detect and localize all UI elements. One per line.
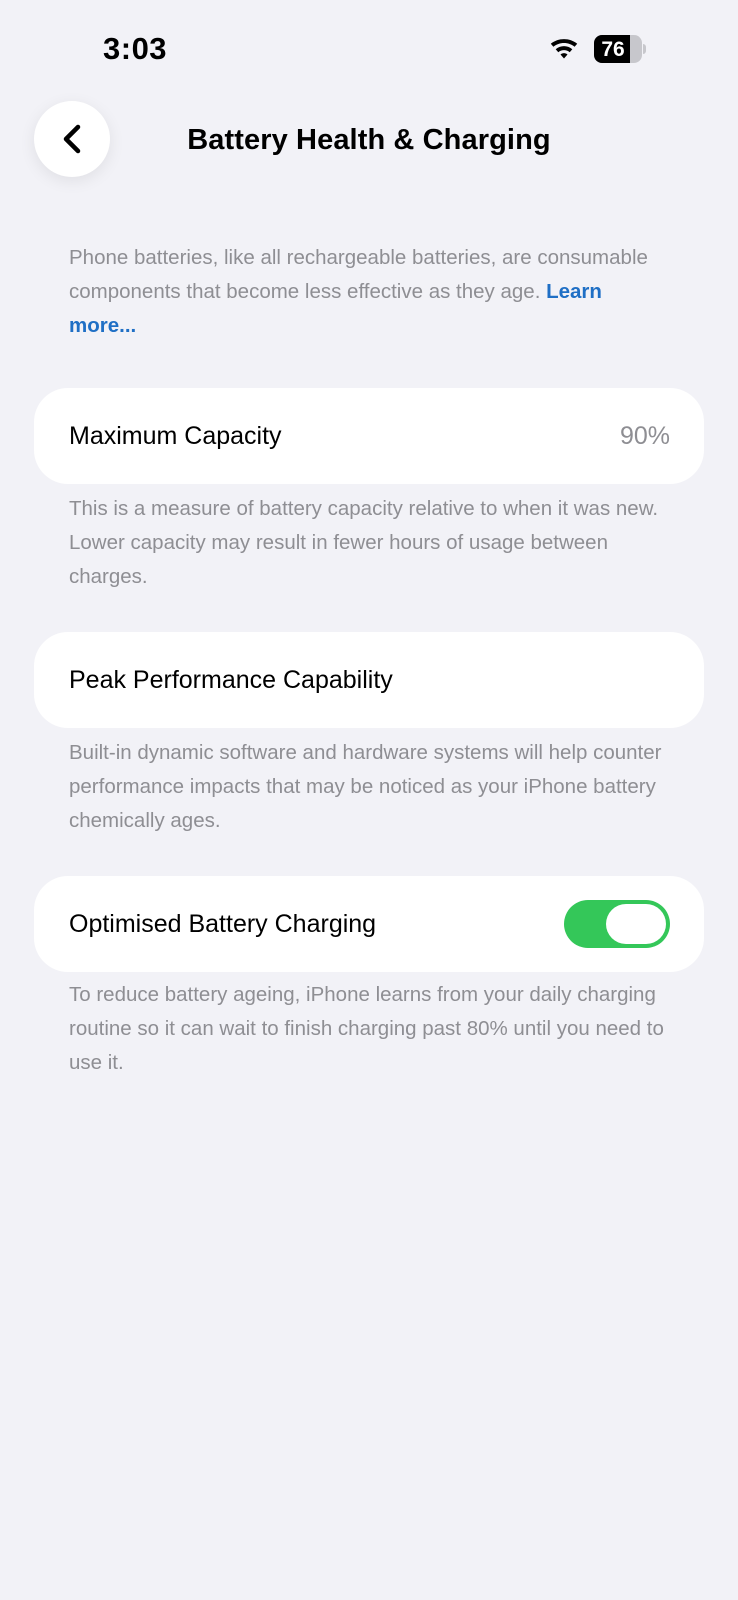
optimised-charging-row: Optimised Battery Charging: [34, 876, 704, 972]
battery-body: 76: [594, 35, 642, 63]
optimised-charging-toggle[interactable]: [564, 900, 670, 948]
maximum-capacity-footnote: This is a measure of battery capacity re…: [69, 497, 659, 588]
maximum-capacity-row: Maximum Capacity 90%: [34, 388, 704, 484]
peak-performance-row: Peak Performance Capability: [34, 632, 704, 728]
peak-performance-footnote: Built-in dynamic software and hardware s…: [69, 741, 662, 832]
optimised-charging-label: Optimised Battery Charging: [69, 910, 377, 938]
peak-performance-label: Peak Performance Capability: [69, 666, 393, 694]
toggle-knob: [606, 904, 666, 944]
battery-cap: [643, 44, 646, 54]
wifi-icon: [550, 39, 578, 59]
back-button[interactable]: [34, 101, 110, 177]
maximum-capacity-label: Maximum Capacity: [69, 422, 282, 450]
optimised-charging-footnote: To reduce battery ageing, iPhone learns …: [69, 983, 664, 1074]
intro-text: Phone batteries, like all rechargeable b…: [69, 241, 669, 343]
page-title: Battery Health & Charging: [187, 124, 551, 156]
maximum-capacity-value: 90%: [619, 422, 670, 450]
chevron-left-icon: [63, 124, 81, 154]
status-bar: 3:03 76: [0, 0, 738, 96]
battery-level: 76: [601, 38, 625, 61]
battery-icon: 76: [594, 35, 646, 63]
status-time: 3:03: [103, 31, 168, 66]
